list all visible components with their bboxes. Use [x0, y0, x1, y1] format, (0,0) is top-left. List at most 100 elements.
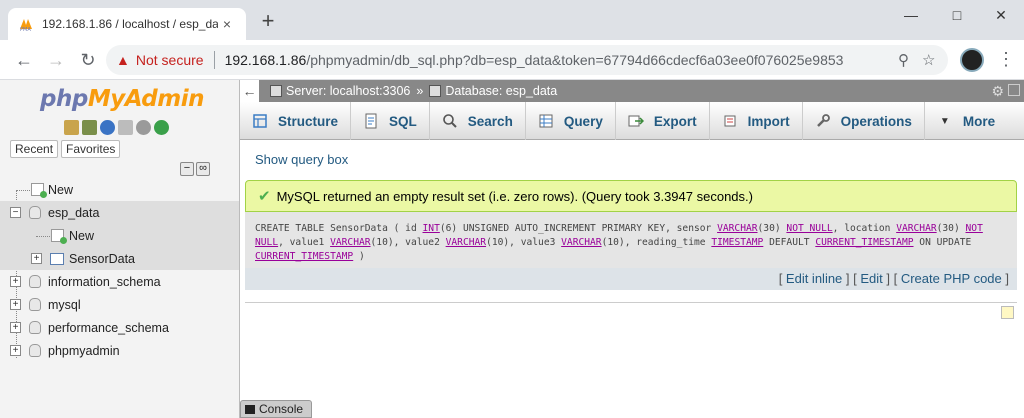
sql-keyword-link[interactable]: CURRENT_TIMESTAMP [815, 237, 913, 248]
tab-export[interactable]: Export [616, 102, 710, 140]
navigation-icons [64, 120, 169, 135]
home-icon[interactable] [64, 120, 79, 135]
expand-toggle-icon[interactable]: + [10, 322, 21, 333]
sql-keyword-link[interactable]: VARCHAR [330, 237, 370, 248]
tab-import[interactable]: Import [710, 102, 803, 140]
profile-avatar[interactable] [960, 48, 984, 72]
tree-db-label: information_schema [48, 274, 161, 289]
settings-gear-icon[interactable]: ⚙ [991, 83, 1004, 100]
tab-sql[interactable]: SQL [351, 102, 430, 140]
tree-line [16, 190, 30, 191]
sql-keyword-link[interactable]: VARCHAR [717, 223, 757, 234]
tab-operations[interactable]: Operations [803, 102, 925, 140]
sql-text: (30) [757, 223, 787, 234]
tab-query[interactable]: Query [526, 102, 616, 140]
phpmyadmin-favicon-icon: PMA [20, 19, 32, 32]
minimize-icon[interactable]: — [888, 0, 934, 30]
collapse-all-icon[interactable]: − [180, 162, 194, 176]
breadcrumb-server[interactable]: Server: localhost:3306 [270, 84, 410, 98]
breadcrumb-database[interactable]: Database: esp_data [429, 84, 557, 98]
sql-icon [363, 113, 379, 129]
tab-close-icon[interactable]: × [218, 15, 236, 33]
help-icon[interactable] [100, 120, 115, 135]
expand-toggle-icon[interactable]: + [10, 299, 21, 310]
show-query-box-link[interactable]: Show query box [255, 152, 348, 167]
forward-arrow-icon[interactable]: → [44, 48, 68, 72]
breadcrumb-server-label: Server: localhost:3306 [286, 84, 411, 98]
tree-item-information-schema[interactable]: + information_schema [0, 270, 239, 293]
recent-favorites-tabs: Recent Favorites [10, 140, 121, 158]
tab-label: Export [653, 113, 697, 129]
tree-item-sensordata[interactable]: + SensorData [0, 247, 239, 270]
tree-controls: − ∞ [180, 162, 210, 176]
key-icon[interactable]: ⚲ [898, 51, 909, 69]
phpmyadmin-logo[interactable]: phpMyAdmin [40, 86, 204, 112]
browser-tab[interactable]: PMA 192.168.1.86 / localhost / esp_da × [8, 8, 246, 40]
database-tree: New − esp_data New + SensorData + inform… [0, 178, 239, 362]
notepad-icon[interactable] [1001, 306, 1014, 319]
create-php-code-link[interactable]: Create PHP code [901, 271, 1002, 286]
maximize-icon[interactable]: □ [934, 0, 980, 30]
query-icon [538, 113, 554, 129]
tree-item-esp-data[interactable]: − esp_data [0, 201, 239, 224]
browser-menu-icon[interactable]: ⋮ [996, 48, 1016, 72]
checkmark-icon: ✔ [258, 188, 271, 205]
sql-keyword-link[interactable]: INT [423, 223, 440, 234]
sql-keyword-link[interactable]: NOT NULL [786, 223, 832, 234]
sql-keyword-link[interactable]: CURRENT_TIMESTAMP [255, 251, 353, 262]
tab-label: Operations [840, 113, 912, 129]
database-icon [29, 206, 41, 219]
tab-search[interactable]: Search [430, 102, 526, 140]
expand-toggle-icon[interactable]: + [10, 276, 21, 287]
sql-text: ) [353, 251, 365, 262]
tree-item-mysql[interactable]: + mysql [0, 293, 239, 316]
docs-icon[interactable] [118, 120, 133, 135]
breadcrumb: ← Server: localhost:3306 » Database: esp… [240, 80, 1024, 102]
sql-keyword-link[interactable]: VARCHAR [446, 237, 486, 248]
window-close-icon[interactable]: ✕ [978, 0, 1024, 30]
tree-item-performance-schema[interactable]: + performance_schema [0, 316, 239, 339]
favorites-tab[interactable]: Favorites [61, 140, 121, 158]
new-tab-button[interactable]: + [256, 10, 280, 34]
console-icon [245, 404, 255, 414]
sql-keyword-link[interactable]: VARCHAR [561, 237, 601, 248]
collapse-topbar-icon[interactable] [1008, 84, 1020, 96]
tree-item-phpmyadmin[interactable]: + phpmyadmin [0, 339, 239, 362]
reload-icon[interactable]: ↻ [76, 48, 100, 72]
expand-toggle-icon[interactable]: + [10, 345, 21, 356]
tree-item-new[interactable]: New [0, 178, 239, 201]
database-icon [429, 85, 442, 97]
tab-label: Structure [278, 113, 339, 129]
link-with-main-icon[interactable]: ∞ [196, 162, 210, 176]
navigation-panel: phpMyAdmin Recent Favorites − ∞ New − es… [0, 80, 240, 418]
address-bar[interactable]: ▲ Not secure 192.168.1.86/phpmyadmin/db_… [106, 45, 948, 75]
tree-item-esp-data-new[interactable]: New [0, 224, 239, 247]
bookmark-star-icon[interactable]: ☆ [922, 51, 935, 69]
main-menu: Structure SQL Search Query Export Import… [240, 102, 1024, 140]
edit-link[interactable]: Edit [860, 271, 882, 286]
expand-toggle-icon[interactable]: + [31, 253, 42, 264]
security-status[interactable]: Not secure [136, 52, 204, 68]
console-toggle[interactable]: Console [240, 400, 312, 418]
sql-keyword-link[interactable]: TIMESTAMP [711, 237, 763, 248]
export-icon [628, 113, 644, 129]
logo-myadmin-text: MyAdmin [87, 86, 205, 112]
omnibox-separator [213, 51, 215, 69]
recent-tab[interactable]: Recent [10, 140, 59, 158]
tree-line [36, 236, 50, 237]
sql-keyword-link[interactable]: VARCHAR [896, 223, 936, 234]
sql-text: (10), value3 [486, 237, 562, 248]
collapse-toggle-icon[interactable]: − [10, 207, 21, 218]
collapse-navigation-icon[interactable]: ← [240, 80, 260, 102]
back-arrow-icon[interactable]: ← [12, 48, 36, 72]
settings-gear-icon[interactable] [136, 120, 151, 135]
tab-more[interactable]: ▼ More [925, 102, 1007, 140]
reload-navigation-icon[interactable] [154, 120, 169, 135]
database-icon [29, 298, 41, 311]
breadcrumb-separator: » [416, 84, 424, 98]
tree-db-label: mysql [48, 297, 81, 312]
tab-structure[interactable]: Structure [240, 102, 352, 140]
sql-text: ON UPDATE [913, 237, 972, 248]
logout-icon[interactable] [82, 120, 97, 135]
edit-inline-link[interactable]: Edit inline [786, 271, 842, 286]
